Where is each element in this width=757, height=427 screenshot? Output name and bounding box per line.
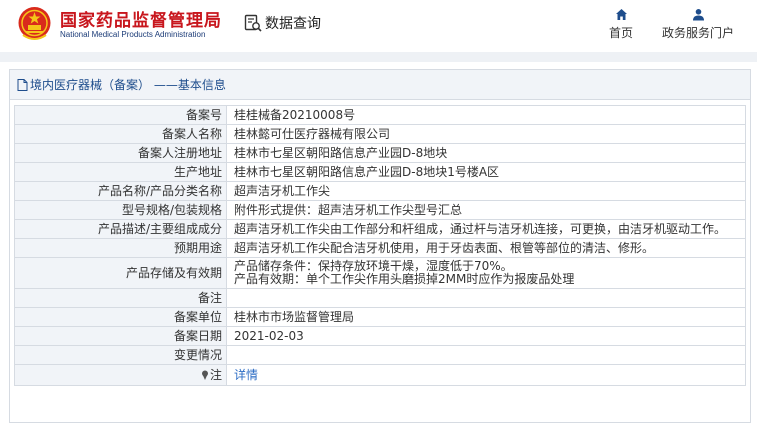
nav-home[interactable]: 首页: [606, 8, 636, 41]
field-label: 备案单位: [14, 307, 227, 327]
field-value: 附件形式提供：超声洁牙机工作尖型号汇总: [226, 200, 746, 220]
field-value: [226, 345, 746, 365]
info-table: 备案号 桂桂械备20210008号 备案人名称 桂林懿可仕医疗器械有限公司 备案…: [14, 105, 746, 386]
field-value: 桂林市七星区朝阳路信息产业园D-8地块: [226, 143, 746, 163]
table-row: 注 详情: [14, 364, 746, 386]
document-search-icon: [244, 14, 262, 32]
detail-panel: 境内医疗器械（备案） ——基本信息 备案号 桂桂械备20210008号 备案人名…: [9, 69, 751, 423]
field-label: 备案人注册地址: [14, 143, 227, 163]
field-label: 备案号: [14, 105, 227, 125]
panel-title-bar: 境内医疗器械（备案） ——基本信息: [10, 70, 750, 100]
field-value: 桂林市市场监督管理局: [226, 307, 746, 327]
field-label: 变更情况: [14, 345, 227, 365]
field-label: 备案人名称: [14, 124, 227, 144]
field-value: 详情: [226, 364, 746, 386]
table-row: 产品描述/主要组成成分 超声洁牙机工作尖由工作部分和杆组成，通过杆与洁牙机连接，…: [14, 219, 746, 239]
agency-name-cn: 国家药品监督管理局: [60, 11, 222, 31]
table-row: 预期用途 超声洁牙机工作尖配合洁牙机使用，用于牙齿表面、根管等部位的清洁、修形。: [14, 238, 746, 258]
nav-gov-label: 政务服务门户: [661, 26, 734, 40]
table-row: 备案人名称 桂林懿可仕医疗器械有限公司: [14, 124, 746, 144]
field-label: 产品描述/主要组成成分: [14, 219, 227, 239]
field-value: 超声洁牙机工作尖: [226, 181, 746, 201]
table-row: 备注: [14, 288, 746, 308]
field-label: 备注: [14, 288, 227, 308]
table-row: 变更情况: [14, 345, 746, 365]
national-emblem-icon: [18, 7, 51, 40]
home-icon: [615, 9, 627, 20]
field-value: [226, 288, 746, 308]
table-row: 产品存储及有效期 产品储存条件：保持存放环境干燥，湿度低于70%。 产品有效期：…: [14, 257, 746, 289]
field-label: 产品名称/产品分类名称: [14, 181, 227, 201]
field-value: 2021-02-03: [226, 326, 746, 346]
field-value: 桂林懿可仕医疗器械有限公司: [226, 124, 746, 144]
validity-period-line: 产品有效期：单个工作尖作用头磨损掉2MM时应作为报废品处理: [234, 272, 575, 286]
details-link[interactable]: 详情: [234, 368, 258, 382]
pin-icon: [201, 370, 208, 380]
field-value: 超声洁牙机工作尖配合洁牙机使用，用于牙齿表面、根管等部位的清洁、修形。: [226, 238, 746, 258]
table-row: 产品名称/产品分类名称 超声洁牙机工作尖: [14, 181, 746, 201]
nav-gov-service-portal[interactable]: 政务服务门户: [658, 8, 738, 41]
nav-home-label: 首页: [608, 26, 633, 40]
site-header: 国家药品监督管理局 National Medical Products Admi…: [0, 0, 757, 52]
field-value: 超声洁牙机工作尖由工作部分和杆组成，通过杆与洁牙机连接，可更换，由洁牙机驱动工作…: [226, 219, 746, 239]
table-row: 型号规格/包装规格 附件形式提供：超声洁牙机工作尖型号汇总: [14, 200, 746, 220]
user-icon: [692, 9, 704, 21]
table-row: 备案号 桂桂械备20210008号: [14, 105, 746, 125]
document-icon: [17, 78, 28, 91]
field-label: 产品存储及有效期: [14, 257, 227, 289]
field-value: 桂林市七星区朝阳路信息产业园D-8地块1号楼A区: [226, 162, 746, 182]
field-label: 型号规格/包装规格: [14, 200, 227, 220]
header-divider: [0, 52, 757, 62]
panel-title: 境内医疗器械（备案） ——基本信息: [30, 78, 226, 92]
agency-name-en: National Medical Products Administration: [60, 30, 206, 39]
data-query-label: 数据查询: [265, 16, 321, 32]
table-row: 备案单位 桂林市市场监督管理局: [14, 307, 746, 327]
field-label-note: 注: [14, 364, 227, 386]
table-row: 备案日期 2021-02-03: [14, 326, 746, 346]
table-row: 生产地址 桂林市七星区朝阳路信息产业园D-8地块1号楼A区: [14, 162, 746, 182]
field-value: 产品储存条件：保持存放环境干燥，湿度低于70%。 产品有效期：单个工作尖作用头磨…: [226, 257, 746, 289]
field-label: 备案日期: [14, 326, 227, 346]
field-label: 生产地址: [14, 162, 227, 182]
data-query-link[interactable]: 数据查询: [244, 13, 321, 33]
note-label: 注: [209, 367, 222, 382]
field-value: 桂桂械备20210008号: [226, 105, 746, 125]
table-row: 备案人注册地址 桂林市七星区朝阳路信息产业园D-8地块: [14, 143, 746, 163]
field-label: 预期用途: [14, 238, 227, 258]
